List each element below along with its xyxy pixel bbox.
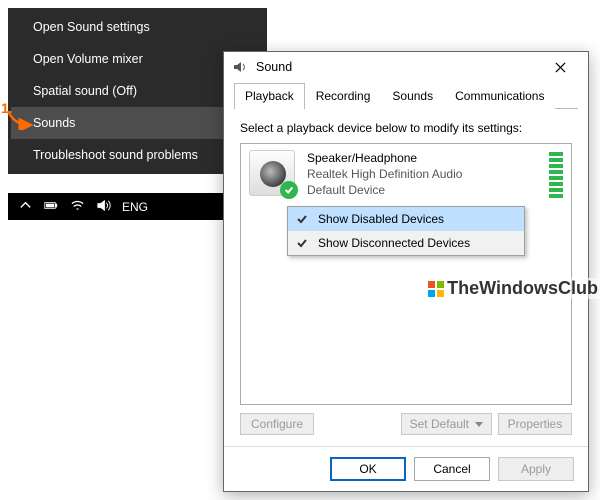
popup-item-label: Show Disconnected Devices	[318, 236, 470, 250]
popup-show-disconnected[interactable]: Show Disconnected Devices	[288, 231, 524, 255]
tray-language[interactable]: ENG	[122, 200, 148, 214]
device-context-popup: Show Disabled Devices Show Disconnected …	[287, 206, 525, 256]
windows-logo-icon	[427, 280, 445, 298]
sound-dialog: Sound Playback Recording Sounds Communic…	[223, 51, 589, 492]
tabstrip: Playback Recording Sounds Communications	[234, 82, 578, 109]
tab-recording[interactable]: Recording	[305, 83, 382, 109]
dialog-title: Sound	[256, 60, 292, 74]
close-icon	[555, 62, 566, 73]
apply-button[interactable]: Apply	[498, 457, 574, 481]
properties-button[interactable]: Properties	[498, 413, 572, 435]
set-default-button[interactable]: Set Default	[401, 413, 492, 435]
popup-show-disabled[interactable]: Show Disabled Devices	[288, 207, 524, 231]
titlebar: Sound	[224, 52, 588, 82]
ok-button[interactable]: OK	[330, 457, 406, 481]
dialog-footer: OK Cancel Apply	[224, 446, 588, 491]
ctx-item-open-sound-settings[interactable]: Open Sound settings	[11, 11, 264, 43]
cancel-button[interactable]: Cancel	[414, 457, 490, 481]
check-icon	[296, 237, 308, 249]
popup-item-label: Show Disabled Devices	[318, 212, 444, 226]
device-list[interactable]: Speaker/Headphone Realtek High Definitio…	[240, 143, 572, 405]
chevron-up-icon[interactable]	[18, 198, 33, 216]
device-status: Default Device	[307, 182, 462, 198]
level-meter	[549, 152, 563, 198]
step-1-label: 1.	[1, 100, 13, 116]
volume-icon[interactable]	[96, 198, 111, 216]
speaker-device-icon	[249, 150, 295, 196]
watermark: TheWindowsClub	[425, 278, 600, 299]
speaker-icon	[232, 59, 248, 75]
instruction-text: Select a playback device below to modify…	[240, 121, 572, 135]
default-check-icon	[280, 181, 298, 199]
device-text: Speaker/Headphone Realtek High Definitio…	[307, 150, 462, 199]
tab-playback[interactable]: Playback	[234, 83, 305, 109]
device-name: Speaker/Headphone	[307, 150, 462, 166]
configure-button[interactable]: Configure	[240, 413, 314, 435]
device-driver: Realtek High Definition Audio	[307, 166, 462, 182]
device-row[interactable]: Speaker/Headphone Realtek High Definitio…	[249, 150, 563, 199]
battery-icon[interactable]	[44, 198, 59, 216]
tab-communications[interactable]: Communications	[444, 83, 555, 109]
watermark-text: TheWindowsClub	[447, 278, 598, 299]
wifi-icon[interactable]	[70, 198, 85, 216]
tab-sounds[interactable]: Sounds	[381, 83, 444, 109]
close-button[interactable]	[540, 52, 580, 82]
check-icon	[296, 213, 308, 225]
